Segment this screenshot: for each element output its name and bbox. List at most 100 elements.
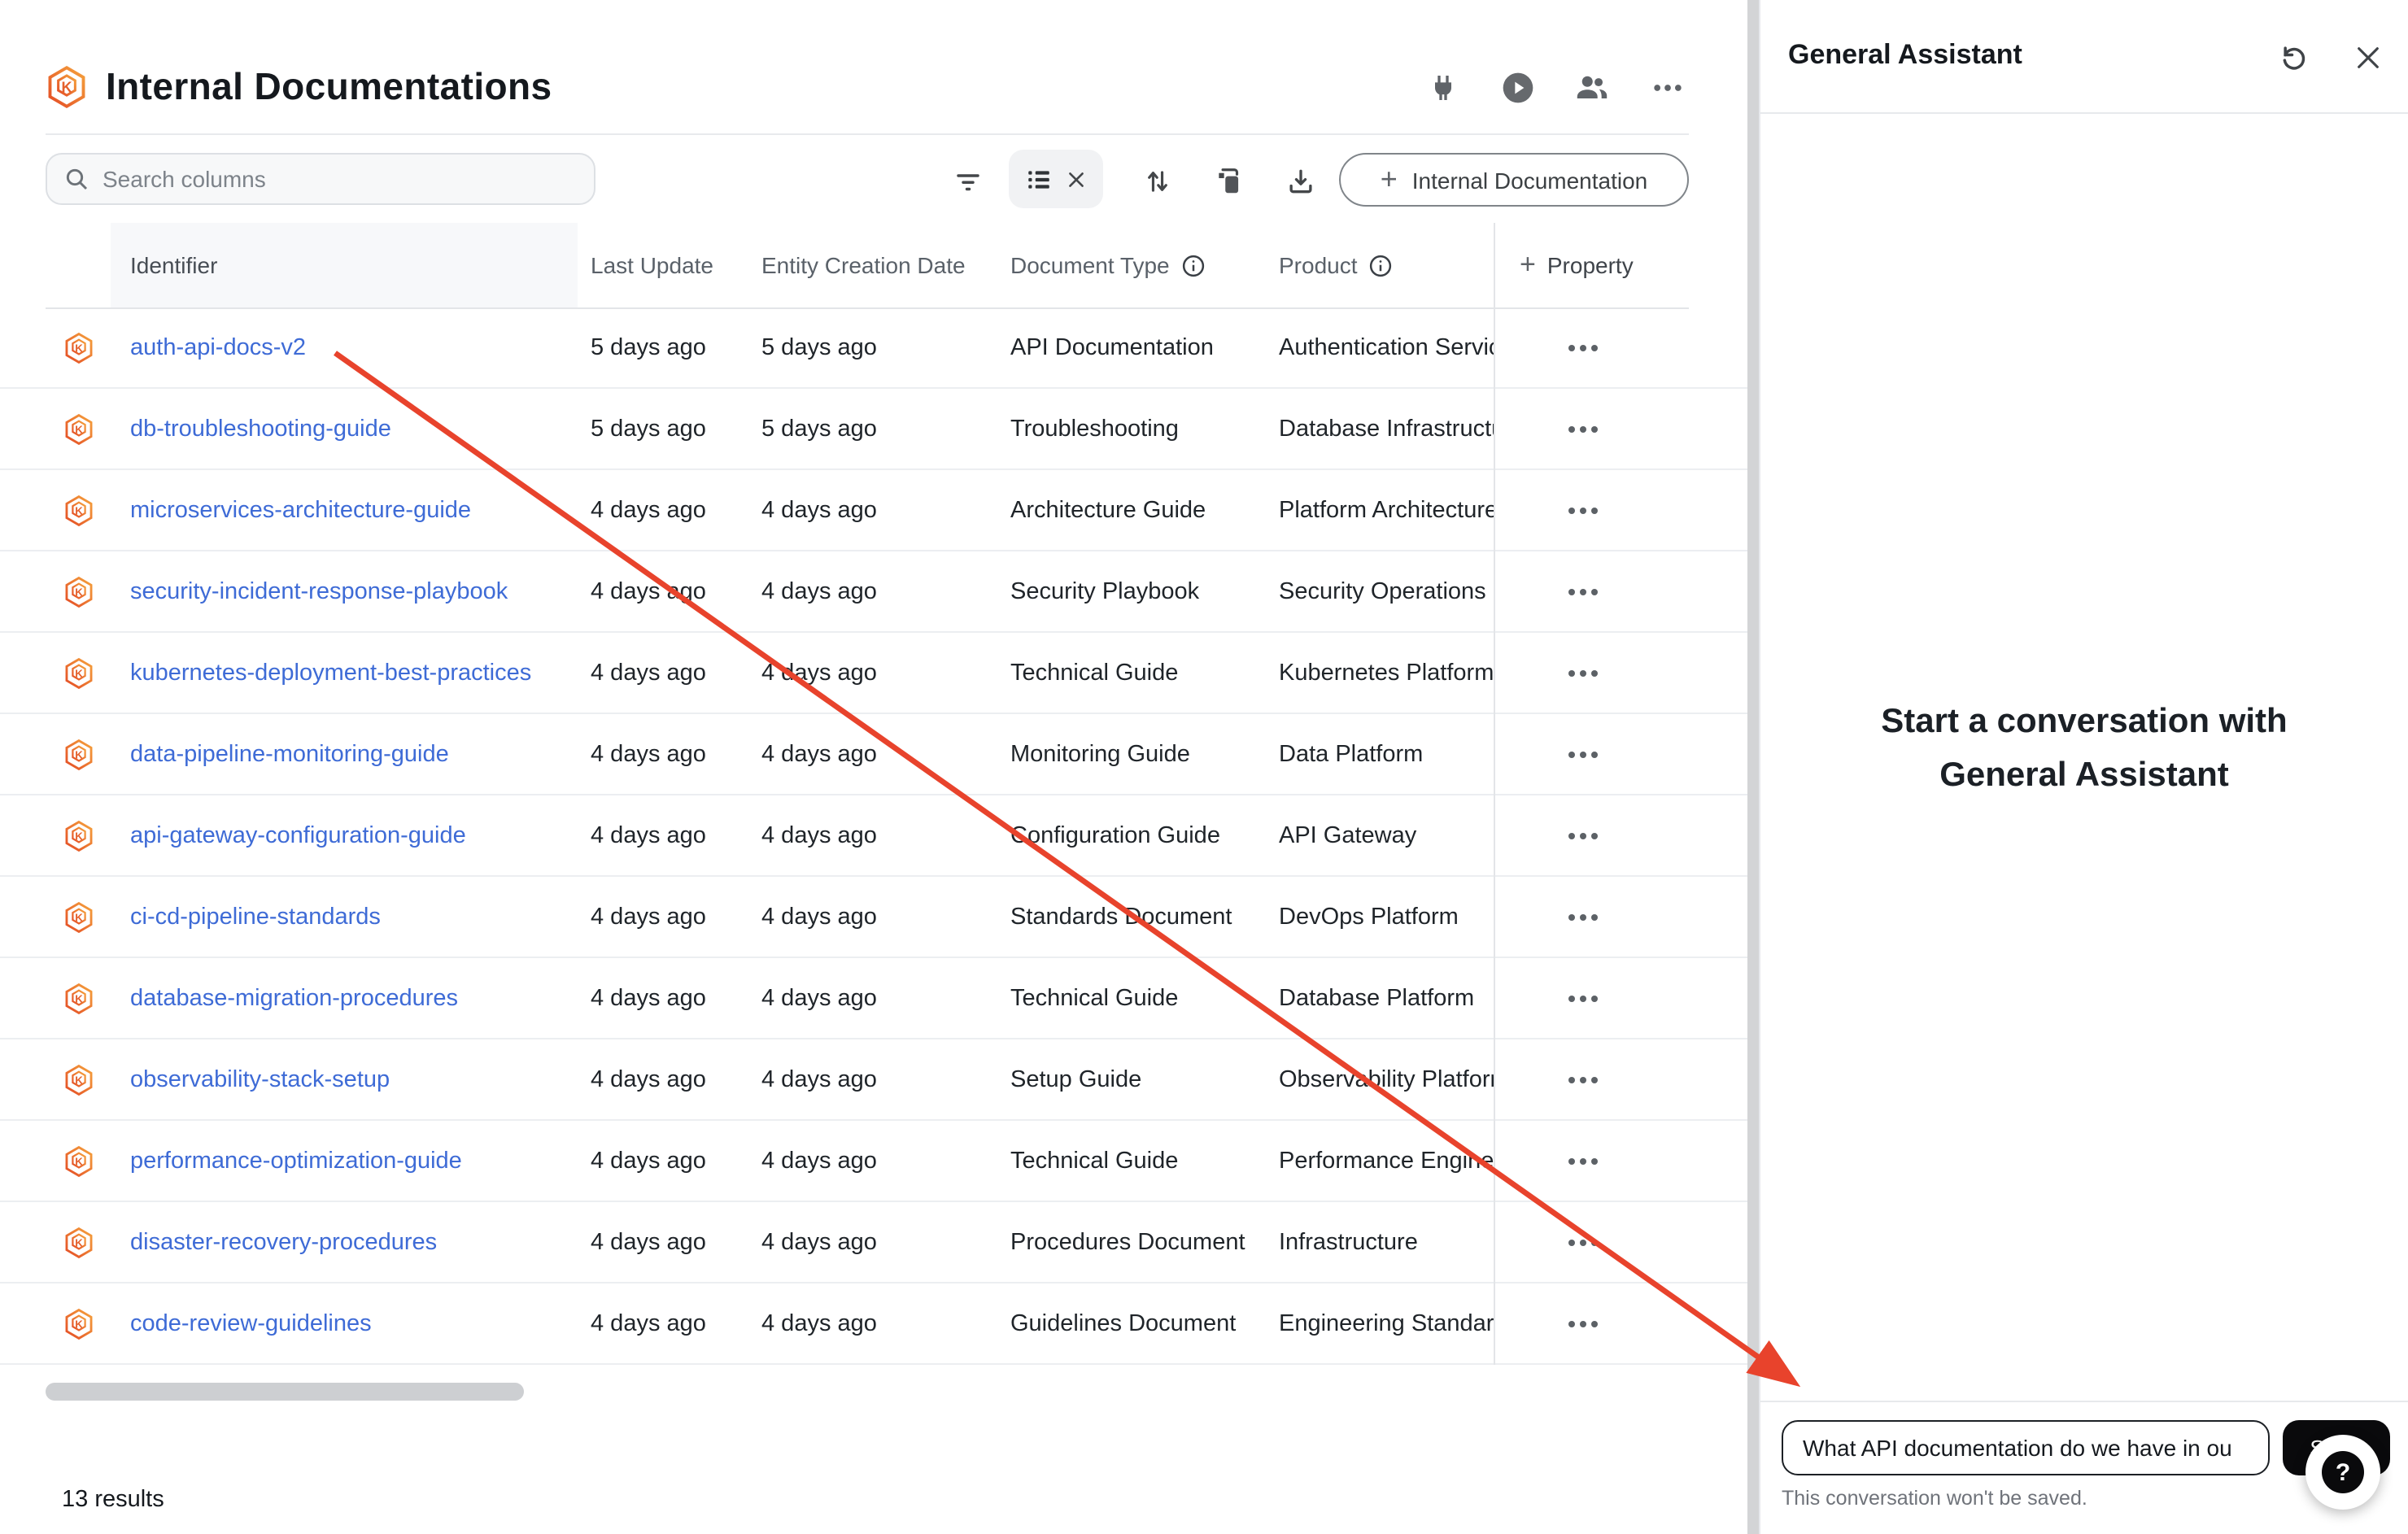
entity-creation-date-cell: 4 days ago xyxy=(748,714,997,794)
table-row[interactable]: observability-stack-setup 4 days ago 4 d… xyxy=(0,1039,1747,1121)
row-more-icon[interactable] xyxy=(1562,497,1604,523)
horizontal-scrollbar[interactable] xyxy=(46,1383,524,1401)
last-update-cell: 4 days ago xyxy=(578,877,748,957)
document-type-cell: Architecture Guide xyxy=(997,470,1266,550)
product-cell: API Gateway xyxy=(1266,795,1494,875)
row-more-icon[interactable] xyxy=(1562,1229,1604,1255)
identifier-link[interactable]: observability-stack-setup xyxy=(130,1066,390,1092)
table-row[interactable]: ci-cd-pipeline-standards 4 days ago 4 da… xyxy=(0,877,1747,958)
row-more-icon[interactable] xyxy=(1562,660,1604,686)
table-row[interactable]: database-migration-procedures 4 days ago… xyxy=(0,958,1747,1039)
product-cell: Data Platform xyxy=(1266,714,1494,794)
view-toggle[interactable] xyxy=(1009,150,1103,208)
people-icon[interactable] xyxy=(1572,67,1612,107)
table-header: Identifier Last Update Entity Creation D… xyxy=(0,223,1747,307)
identifier-cell: disaster-recovery-procedures xyxy=(111,1202,578,1282)
identifier-link[interactable]: kubernetes-deployment-best-practices xyxy=(130,660,531,686)
identifier-link[interactable]: data-pipeline-monitoring-guide xyxy=(130,741,449,767)
entity-logo-icon xyxy=(46,470,111,550)
entity-logo-icon xyxy=(46,1202,111,1282)
product-cell: DevOps Platform xyxy=(1266,877,1494,957)
info-icon[interactable] xyxy=(1181,253,1206,277)
last-update-cell: 4 days ago xyxy=(578,551,748,631)
property-cell xyxy=(1494,877,1689,957)
identifier-link[interactable]: auth-api-docs-v2 xyxy=(130,334,306,360)
entity-logo-icon xyxy=(46,1039,111,1119)
property-cell xyxy=(1494,470,1689,550)
row-more-icon[interactable] xyxy=(1562,334,1604,360)
results-count: 13 results xyxy=(62,1487,164,1513)
app-logo-icon xyxy=(46,64,88,108)
identifier-link[interactable]: performance-optimization-guide xyxy=(130,1148,462,1174)
clear-x-icon[interactable] xyxy=(1066,168,1087,190)
table-row[interactable]: disaster-recovery-procedures 4 days ago … xyxy=(0,1202,1747,1283)
copy-icon[interactable] xyxy=(1207,159,1250,202)
add-property-button[interactable]: + Property xyxy=(1494,223,1689,307)
table-row[interactable]: security-incident-response-playbook 4 da… xyxy=(0,551,1747,633)
close-icon[interactable] xyxy=(2349,39,2385,75)
download-icon[interactable] xyxy=(1279,159,1321,202)
main-area: Internal Documentations xyxy=(0,0,1747,1534)
row-more-icon[interactable] xyxy=(1562,578,1604,604)
plug-icon[interactable] xyxy=(1422,67,1463,107)
row-more-icon[interactable] xyxy=(1562,985,1604,1011)
entity-logo-icon xyxy=(46,714,111,794)
assistant-panel-header: General Assistant xyxy=(1760,0,2408,114)
table-body: auth-api-docs-v2 5 days ago 5 days ago A… xyxy=(0,307,1747,1365)
help-button[interactable]: ? xyxy=(2305,1435,2380,1510)
column-header-product[interactable]: Product xyxy=(1266,223,1494,307)
column-header-last-update[interactable]: Last Update xyxy=(578,223,748,307)
row-more-icon[interactable] xyxy=(1562,822,1604,848)
vertical-scrollbar[interactable] xyxy=(1747,0,1759,1534)
row-more-icon[interactable] xyxy=(1562,1310,1604,1336)
identifier-link[interactable]: security-incident-response-playbook xyxy=(130,578,508,604)
entity-logo-icon xyxy=(46,1283,111,1363)
icon-column-header xyxy=(46,223,111,307)
filter-icon[interactable] xyxy=(947,159,989,202)
identifier-link[interactable]: code-review-guidelines xyxy=(130,1310,372,1336)
identifier-link[interactable]: db-troubleshooting-guide xyxy=(130,416,391,442)
identifier-link[interactable]: disaster-recovery-procedures xyxy=(130,1229,437,1255)
table-row[interactable]: api-gateway-configuration-guide 4 days a… xyxy=(0,795,1747,877)
row-more-icon[interactable] xyxy=(1562,416,1604,442)
entity-logo-icon xyxy=(46,307,111,387)
assistant-input[interactable] xyxy=(1782,1420,2270,1475)
more-horizontal-icon[interactable] xyxy=(1647,67,1687,107)
info-icon[interactable] xyxy=(1369,253,1394,277)
add-internal-documentation-button[interactable]: + Internal Documentation xyxy=(1339,153,1689,207)
screen: K Internal Documentations xyxy=(0,0,2408,1534)
table-row[interactable]: data-pipeline-monitoring-guide 4 days ag… xyxy=(0,714,1747,795)
play-circle-icon[interactable] xyxy=(1497,67,1538,107)
identifier-link[interactable]: microservices-architecture-guide xyxy=(130,497,471,523)
table-row[interactable]: db-troubleshooting-guide 5 days ago 5 da… xyxy=(0,389,1747,470)
table-row[interactable]: code-review-guidelines 4 days ago 4 days… xyxy=(0,1283,1747,1365)
document-type-cell: Monitoring Guide xyxy=(997,714,1266,794)
row-more-icon[interactable] xyxy=(1562,741,1604,767)
property-cell xyxy=(1494,795,1689,875)
identifier-cell: kubernetes-deployment-best-practices xyxy=(111,633,578,713)
table-row[interactable]: kubernetes-deployment-best-practices 4 d… xyxy=(0,633,1747,714)
table-row[interactable]: microservices-architecture-guide 4 days … xyxy=(0,470,1747,551)
row-more-icon[interactable] xyxy=(1562,1066,1604,1092)
column-header-entity-creation-date[interactable]: Entity Creation Date xyxy=(748,223,997,307)
table-row[interactable]: auth-api-docs-v2 5 days ago 5 days ago A… xyxy=(0,307,1747,389)
table-row[interactable]: performance-optimization-guide 4 days ag… xyxy=(0,1121,1747,1202)
row-more-icon[interactable] xyxy=(1562,1148,1604,1174)
plus-icon: + xyxy=(1520,249,1536,281)
search-input[interactable] xyxy=(103,166,578,192)
product-cell: Platform Architecture xyxy=(1266,470,1494,550)
question-mark-icon: ? xyxy=(2322,1451,2364,1493)
identifier-link[interactable]: api-gateway-configuration-guide xyxy=(130,822,466,848)
column-header-document-type[interactable]: Document Type xyxy=(997,223,1266,307)
entity-creation-date-cell: 4 days ago xyxy=(748,877,997,957)
last-update-cell: 5 days ago xyxy=(578,389,748,468)
sort-icon[interactable] xyxy=(1136,159,1178,202)
reset-icon[interactable] xyxy=(2276,39,2312,75)
identifier-link[interactable]: database-migration-procedures xyxy=(130,985,458,1011)
document-type-cell: Security Playbook xyxy=(997,551,1266,631)
column-header-identifier[interactable]: Identifier xyxy=(111,223,578,307)
identifier-cell: observability-stack-setup xyxy=(111,1039,578,1119)
row-more-icon[interactable] xyxy=(1562,904,1604,930)
identifier-link[interactable]: ci-cd-pipeline-standards xyxy=(130,904,381,930)
identifier-cell: api-gateway-configuration-guide xyxy=(111,795,578,875)
